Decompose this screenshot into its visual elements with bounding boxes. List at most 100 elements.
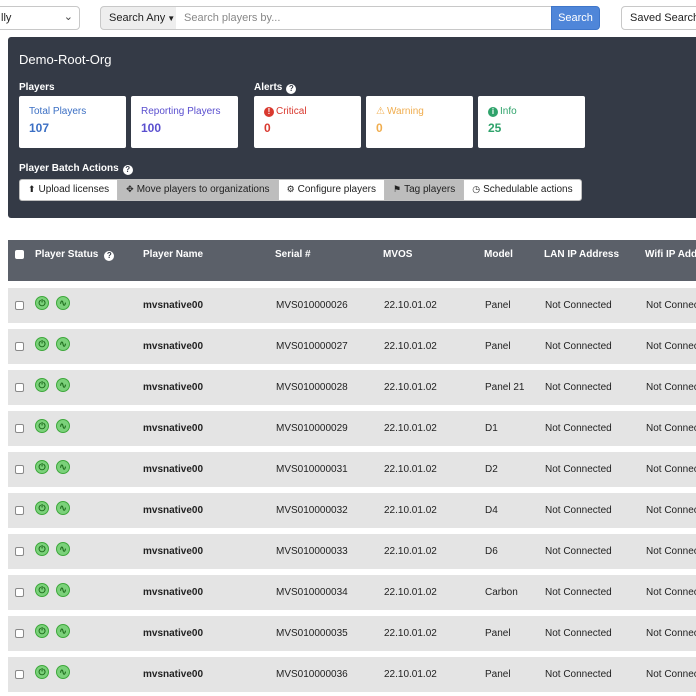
warning-label: Warning [386, 106, 424, 117]
reporting-players-card[interactable]: Reporting Players 100 [131, 96, 238, 148]
table-row[interactable]: ⏻ ∿ mvsnative00 MVS010000034 22.10.01.02 Carb… [8, 575, 696, 610]
power-icon: ⏻ [35, 624, 49, 638]
lan-ip-cell: Not Connected [545, 423, 612, 434]
col-wifi-ip[interactable]: Wifi IP Address [645, 249, 696, 260]
search-input[interactable] [176, 6, 552, 30]
player-name-cell[interactable]: mvsnative00 [143, 464, 203, 475]
table-row[interactable]: ⏻ ∿ mvsnative00 MVS010000036 22.10.01.02 Pane… [8, 657, 696, 692]
lan-ip-cell: Not Connected [545, 587, 612, 598]
lan-ip-cell: Not Connected [545, 382, 612, 393]
player-name-cell[interactable]: mvsnative00 [143, 423, 203, 434]
row-checkbox[interactable] [15, 424, 24, 433]
player-name-cell[interactable]: mvsnative00 [143, 300, 203, 311]
power-icon: ⏻ [35, 419, 49, 433]
col-model[interactable]: Model [484, 249, 513, 260]
table-row[interactable]: ⏻ ∿ mvsnative00 MVS010000035 22.10.01.02 Pane… [8, 616, 696, 651]
heartbeat-icon: ∿ [56, 542, 70, 556]
critical-label: Critical [276, 106, 307, 117]
col-mvos[interactable]: MVOS [383, 249, 412, 260]
table-row[interactable]: ⏻ ∿ mvsnative00 MVS010000027 22.10.01.02 Pane… [8, 329, 696, 364]
model-cell: Carbon [485, 587, 518, 598]
row-checkbox[interactable] [15, 301, 24, 310]
mvos-cell: 22.10.01.02 [384, 300, 437, 311]
power-icon: ⏻ [35, 583, 49, 597]
row-checkbox[interactable] [15, 342, 24, 351]
schedulable-actions-button[interactable]: ◷ Schedulable actions [463, 179, 582, 201]
col-serial[interactable]: Serial # [275, 249, 311, 260]
mvos-cell: 22.10.01.02 [384, 628, 437, 639]
model-cell: Panel 21 [485, 382, 525, 393]
table-row[interactable]: ⏻ ∿ mvsnative00 MVS010000028 22.10.01.02 Pane… [8, 370, 696, 405]
player-name-cell[interactable]: mvsnative00 [143, 382, 203, 393]
col-player-name[interactable]: Player Name [143, 249, 203, 260]
power-icon: ⏻ [35, 665, 49, 679]
player-name-cell[interactable]: mvsnative00 [143, 628, 203, 639]
warning-label-wrap: ⚠ Warning [376, 106, 473, 117]
info-alerts-card[interactable]: i Info 25 [478, 96, 585, 148]
help-icon[interactable]: ? [286, 84, 297, 94]
col-lan-ip[interactable]: LAN IP Address [544, 249, 619, 260]
upload-licenses-button[interactable]: ⬆ Upload licenses [19, 179, 119, 201]
mvos-cell: 22.10.01.02 [384, 505, 437, 516]
search-mode-dropdown[interactable]: Search Any ▼ [100, 6, 177, 30]
row-checkbox[interactable] [15, 629, 24, 638]
table-row[interactable]: ⏻ ∿ mvsnative00 MVS010000029 22.10.01.02 D1 No… [8, 411, 696, 446]
lan-ip-cell: Not Connected [545, 628, 612, 639]
table-row[interactable]: ⏻ ∿ mvsnative00 MVS010000026 22.10.01.02 Pane… [8, 288, 696, 323]
alerts-section-label: Alerts? [254, 82, 297, 94]
row-checkbox[interactable] [15, 465, 24, 474]
heartbeat-icon: ∿ [56, 419, 70, 433]
table-row[interactable]: ⏻ ∿ mvsnative00 MVS010000032 22.10.01.02 D4 No… [8, 493, 696, 528]
player-name-cell[interactable]: mvsnative00 [143, 505, 203, 516]
model-cell: Panel [485, 628, 511, 639]
configure-players-button[interactable]: ⚙ Configure players [277, 179, 386, 201]
lan-ip-cell: Not Connected [545, 464, 612, 475]
player-name-cell[interactable]: mvsnative00 [143, 669, 203, 680]
filter-dropdown[interactable]: lly ⌄ [0, 6, 80, 30]
search-button[interactable]: Search [551, 6, 600, 30]
power-icon: ⏻ [35, 337, 49, 351]
critical-alerts-card[interactable]: ! Critical 0 [254, 96, 361, 148]
total-players-card[interactable]: Total Players 107 [19, 96, 126, 148]
model-cell: D4 [485, 505, 498, 516]
select-all-checkbox[interactable] [15, 250, 24, 259]
row-checkbox[interactable] [15, 383, 24, 392]
schedulable-actions-label: Schedulable actions [483, 184, 573, 195]
tag-players-label: Tag players [404, 184, 456, 195]
info-icon: i [488, 107, 498, 117]
warning-alerts-card[interactable]: ⚠ Warning 0 [366, 96, 473, 148]
batch-actions-group: ⬆ Upload licenses ✥ Move players to organi… [19, 179, 582, 201]
reporting-players-label: Reporting Players [141, 106, 221, 117]
heartbeat-icon: ∿ [56, 460, 70, 474]
configure-players-label: Configure players [297, 184, 377, 195]
row-checkbox[interactable] [15, 588, 24, 597]
critical-icon: ! [264, 107, 274, 117]
power-icon: ⏻ [35, 460, 49, 474]
total-players-value: 107 [29, 121, 50, 135]
lan-ip-cell: Not Connected [545, 669, 612, 680]
serial-cell: MVS010000036 [276, 669, 348, 680]
table-row[interactable]: ⏻ ∿ mvsnative00 MVS010000031 22.10.01.02 D2 No… [8, 452, 696, 487]
player-name-cell[interactable]: mvsnative00 [143, 341, 203, 352]
help-icon[interactable]: ? [104, 251, 115, 261]
serial-cell: MVS010000028 [276, 382, 348, 393]
col-player-status[interactable]: Player Status? [35, 249, 115, 261]
wifi-ip-cell: Not Connected [646, 628, 696, 639]
caret-down-icon: ▼ [167, 14, 176, 23]
row-checkbox[interactable] [15, 547, 24, 556]
saved-searches-button[interactable]: Saved Searches [621, 6, 696, 30]
serial-cell: MVS010000033 [276, 546, 348, 557]
player-name-cell[interactable]: mvsnative00 [143, 546, 203, 557]
info-label: Info [500, 106, 517, 117]
critical-label-wrap: ! Critical [264, 106, 361, 117]
model-cell: Panel [485, 341, 511, 352]
move-players-button[interactable]: ✥ Move players to organizations [117, 179, 279, 201]
player-name-cell[interactable]: mvsnative00 [143, 587, 203, 598]
warning-icon: ⚠ [376, 106, 385, 117]
serial-cell: MVS010000032 [276, 505, 348, 516]
help-icon[interactable]: ? [122, 165, 133, 175]
row-checkbox[interactable] [15, 506, 24, 515]
tag-players-button[interactable]: ⚑ Tag players [384, 179, 465, 201]
table-row[interactable]: ⏻ ∿ mvsnative00 MVS010000033 22.10.01.02 D6 No… [8, 534, 696, 569]
row-checkbox[interactable] [15, 670, 24, 679]
